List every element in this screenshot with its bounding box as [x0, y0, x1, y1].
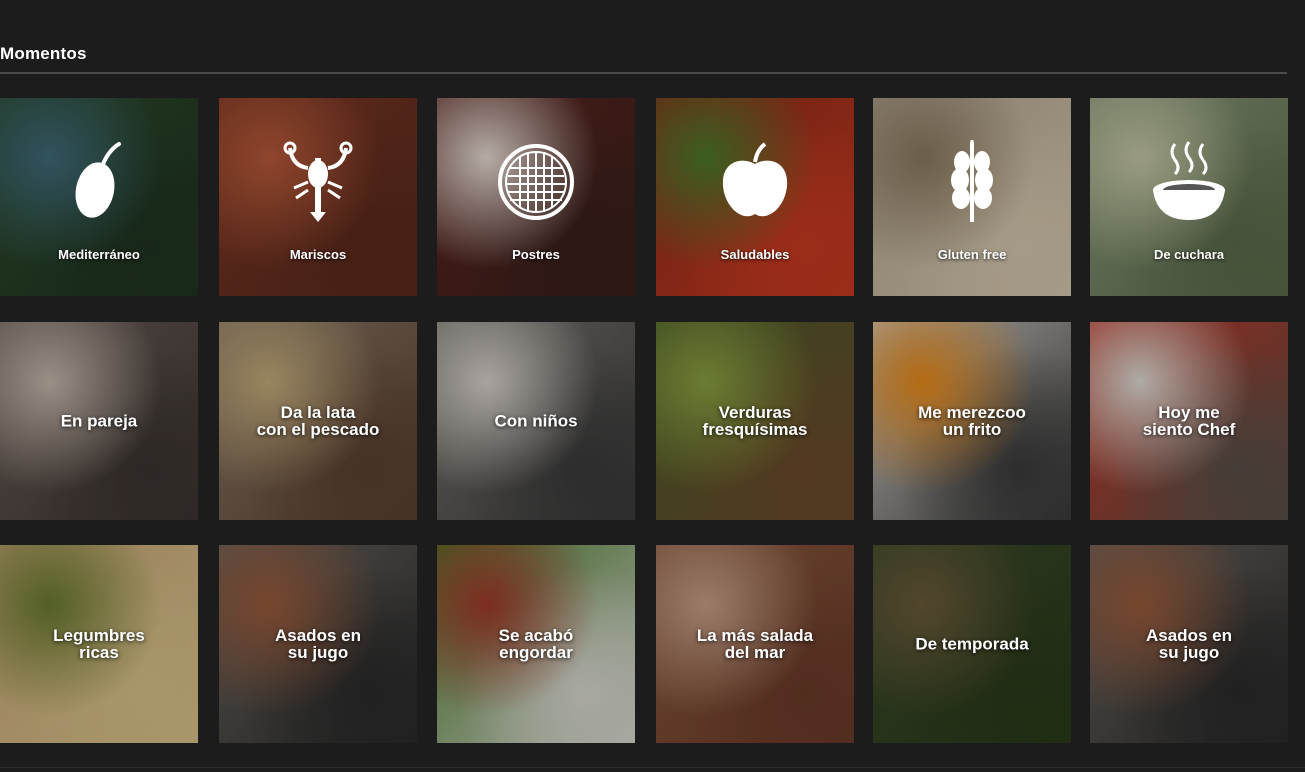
- tile-label-line: Con niños: [494, 411, 578, 431]
- tile-label-line: Asados en: [275, 626, 361, 645]
- tile-hoy-me-siento-chef[interactable]: Hoy me siento Chef: [1090, 322, 1288, 520]
- tile-label: Asados en su jugo: [225, 627, 411, 661]
- tile-la-mas-salada[interactable]: La más salada del mar: [656, 545, 854, 743]
- tile-label: Con niños: [443, 413, 629, 430]
- tile-mariscos[interactable]: Mariscos: [219, 98, 417, 296]
- tile-label: Mariscos: [289, 247, 347, 262]
- tile-label-line: Legumbres: [53, 626, 145, 645]
- tile-me-merezco[interactable]: Me merezcoo un frito: [873, 322, 1071, 520]
- tile-gluten-free[interactable]: Gluten free: [873, 98, 1071, 296]
- tile-label-line: Asados en: [1146, 626, 1232, 645]
- tile-de-temporada[interactable]: De temporada: [873, 545, 1071, 743]
- tile-label-line: con el pescado: [256, 420, 380, 439]
- moments-grid: Mediterráneo Mariscos Postres Saludables Glu…: [0, 0, 1305, 772]
- tile-label: Se acabó engordar: [443, 627, 629, 661]
- tile-con-ninos[interactable]: Con niños: [437, 322, 635, 520]
- tile-label: Postres: [512, 247, 560, 262]
- tile-label-line: su jugo: [287, 643, 349, 662]
- tile-se-acabo-engordar[interactable]: Se acabó engordar: [437, 545, 635, 743]
- tile-en-pareja[interactable]: En pareja: [0, 322, 198, 520]
- tile-label-line: Me merezcoo: [918, 403, 1026, 422]
- tile-label: En pareja: [6, 413, 192, 430]
- tile-label-line: fresquísimas: [702, 420, 808, 439]
- tile-label-line: siento Chef: [1142, 420, 1236, 439]
- tile-label: Verduras fresquísimas: [662, 404, 848, 438]
- tile-label: La más salada del mar: [662, 627, 848, 661]
- tile-label-line: Da la lata: [280, 403, 356, 422]
- tile-da-la-lata[interactable]: Da la lata con el pescado: [219, 322, 417, 520]
- tile-verduras[interactable]: Verduras fresquísimas: [656, 322, 854, 520]
- tile-label-line: Hoy me: [1158, 403, 1220, 422]
- tile-asados-1[interactable]: Asados en su jugo: [219, 545, 417, 743]
- tile-saludables[interactable]: Saludables: [656, 98, 854, 296]
- tile-label-line: Verduras: [718, 403, 792, 422]
- pie-icon: [496, 138, 576, 222]
- tile-label-line: De temporada: [915, 634, 1029, 654]
- tile-label-line: un frito: [942, 420, 1002, 439]
- tile-de-cuchara[interactable]: De cuchara: [1090, 98, 1288, 296]
- tile-label-line: La más salada: [696, 626, 814, 645]
- tile-label-line: Se acabó: [498, 626, 574, 645]
- tile-label: Legumbres ricas: [6, 627, 192, 661]
- lobster-icon: [278, 138, 358, 222]
- tile-asados-2[interactable]: Asados en su jugo: [1090, 545, 1288, 743]
- tile-label: Saludables: [720, 247, 790, 262]
- tile-label: Mediterráneo: [58, 247, 140, 262]
- tile-mediterraneo[interactable]: Mediterráneo: [0, 98, 198, 296]
- tile-postres[interactable]: Postres: [437, 98, 635, 296]
- apple-icon: [715, 138, 795, 222]
- soup-bowl-icon: [1149, 138, 1229, 222]
- tile-label: De temporada: [879, 636, 1065, 653]
- tile-label: De cuchara: [1153, 247, 1225, 262]
- tile-label: Gluten free: [937, 247, 1007, 262]
- tile-label-line: del mar: [724, 643, 786, 662]
- tile-label-line: ricas: [79, 643, 119, 662]
- bottom-divider: [0, 767, 1305, 768]
- wheat-icon: [932, 138, 1012, 222]
- tile-label: Da la lata con el pescado: [225, 404, 411, 438]
- tile-label-line: engordar: [499, 643, 573, 662]
- tile-label: Hoy me siento Chef: [1096, 404, 1282, 438]
- tile-label: Asados en su jugo: [1096, 627, 1282, 661]
- olive-icon: [59, 138, 139, 222]
- tile-label-line: En pareja: [60, 411, 138, 431]
- tile-legumbres[interactable]: Legumbres ricas: [0, 545, 198, 743]
- tile-label-line: su jugo: [1158, 643, 1220, 662]
- tile-label: Me merezcoo un frito: [879, 404, 1065, 438]
